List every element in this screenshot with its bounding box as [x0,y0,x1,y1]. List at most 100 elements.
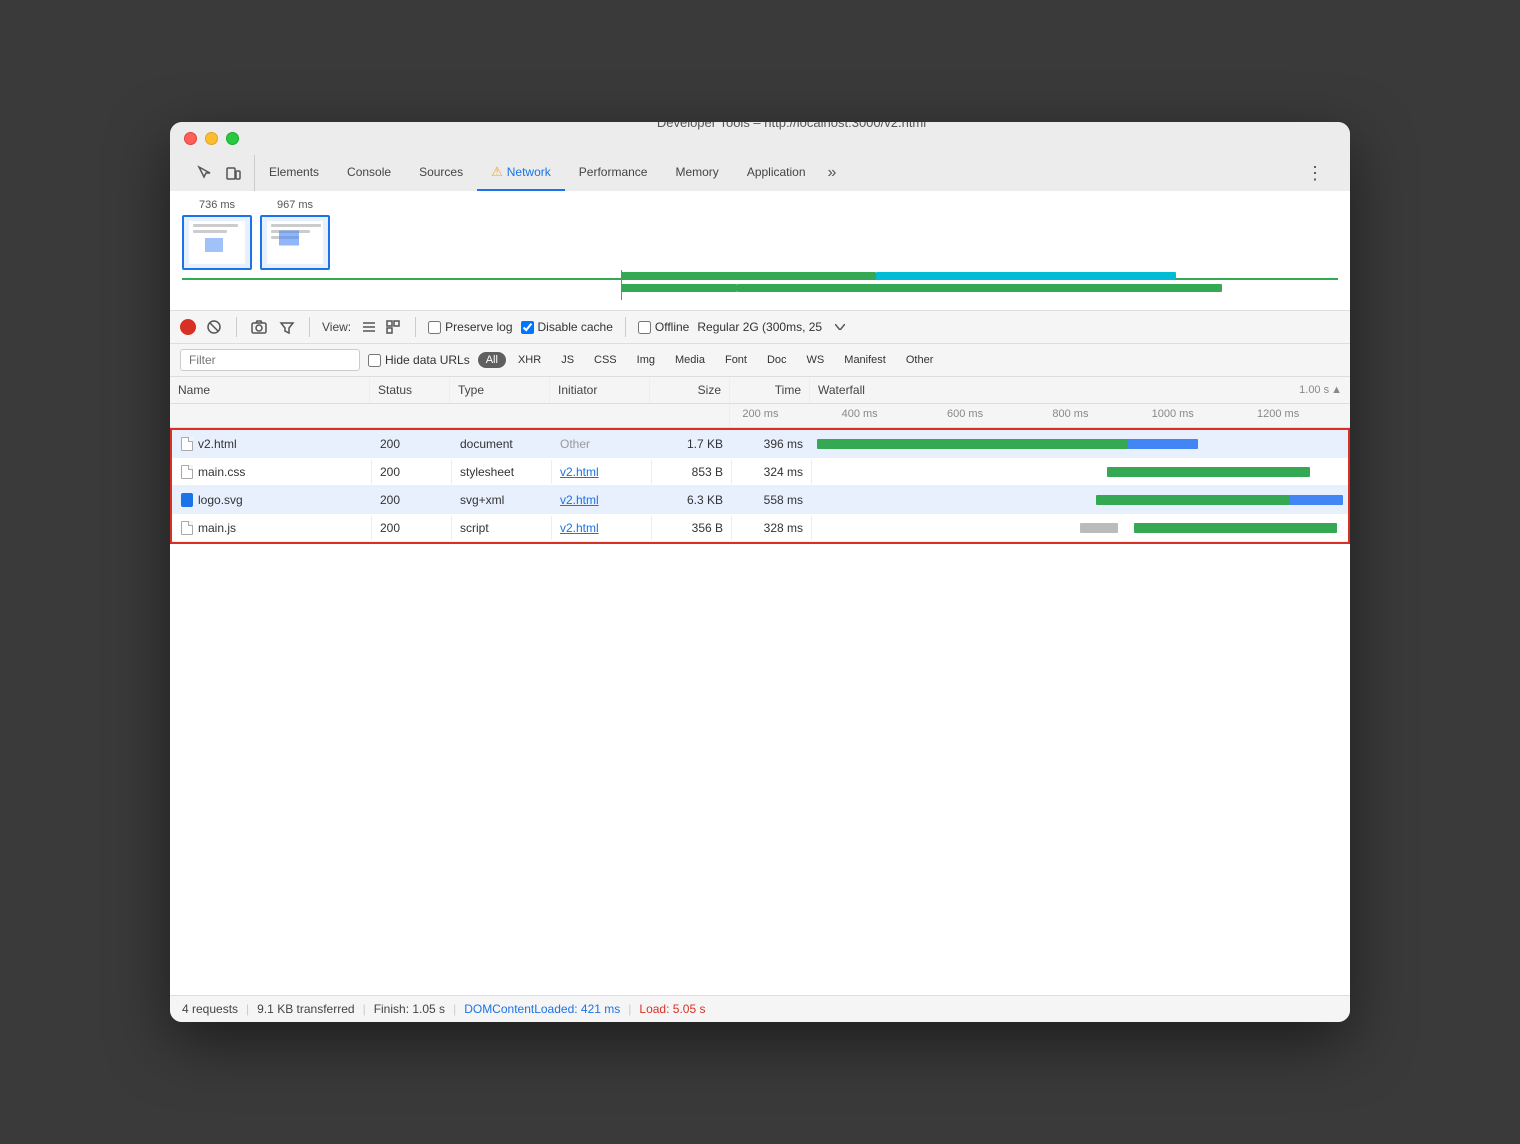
preserve-log-label[interactable]: Preserve log [428,320,512,334]
minimize-button[interactable] [205,132,218,145]
row-initiator-maincss[interactable]: v2.html [552,460,652,484]
row-size-v2html: 1.7 KB [652,432,732,456]
timeline-bars-preview [170,270,1350,300]
filter-all-btn[interactable]: All [478,352,506,368]
device-toggle-icon[interactable] [222,162,244,184]
filter-css-btn[interactable]: CSS [586,352,625,368]
disable-cache-label[interactable]: Disable cache [521,320,613,334]
devtools-menu-button[interactable]: ⋮ [1294,155,1336,191]
row-status-mainjs: 200 [372,516,452,540]
col-header-waterfall[interactable]: Waterfall 1.00 s ▲ [810,377,1350,403]
network-warning-icon: ⚠ [491,164,503,180]
filter-xhr-btn[interactable]: XHR [510,352,549,368]
screenshot-thumb-2[interactable] [260,215,330,270]
filter-input[interactable] [180,349,360,371]
throttle-dropdown-icon[interactable] [830,317,850,337]
row-type-mainjs: script [452,516,552,540]
filter-media-btn[interactable]: Media [667,352,713,368]
close-button[interactable] [184,132,197,145]
finish-time: Finish: 1.05 s [374,1002,445,1016]
ruler-spacer [170,404,730,427]
col-header-size[interactable]: Size [650,377,730,403]
filter-manifest-btn[interactable]: Manifest [836,352,894,368]
dom-content-loaded: DOMContentLoaded: 421 ms [464,1002,620,1016]
hide-data-urls-checkbox[interactable] [368,354,381,367]
screenshot-item-2[interactable]: 967 ms [260,199,330,270]
tab-console[interactable]: Console [333,155,405,191]
more-tabs-button[interactable]: » [820,164,845,182]
wf-green-maincss [1107,467,1311,477]
record-button[interactable] [180,319,196,335]
file-icon-doc [180,437,194,451]
grouped-view-icon[interactable] [383,317,403,337]
page-mockup-2 [267,221,323,264]
view-options [359,317,403,337]
col-header-initiator[interactable]: Initiator [550,377,650,403]
row-status-v2html: 200 [372,432,452,456]
row-waterfall-maincss [812,458,1348,485]
tab-application[interactable]: Application [733,155,820,191]
wf-gray-mainjs [1080,523,1118,533]
col-header-type[interactable]: Type [450,377,550,403]
row-time-mainjs: 328 ms [732,516,812,540]
filter-icon[interactable] [277,317,297,337]
maximize-button[interactable] [226,132,239,145]
tab-network[interactable]: ⚠ Network [477,155,565,191]
preserve-log-checkbox[interactable] [428,321,441,334]
network-rows-container: v2.html 200 document Other 1.7 KB 396 ms [170,428,1350,544]
row-initiator-logosvg[interactable]: v2.html [552,488,652,512]
table-row[interactable]: logo.svg 200 svg+xml v2.html 6.3 KB 558 … [172,486,1348,514]
row-waterfall-logosvg [812,486,1348,513]
screenshot-time-2: 967 ms [277,199,313,211]
row-size-maincss: 853 B [652,460,732,484]
row-initiator-mainjs[interactable]: v2.html [552,516,652,540]
table-row[interactable]: v2.html 200 document Other 1.7 KB 396 ms [172,430,1348,458]
load-time: Load: 5.05 s [639,1002,705,1016]
table-row[interactable]: main.css 200 stylesheet v2.html 853 B 32… [172,458,1348,486]
filter-js-btn[interactable]: JS [553,352,582,368]
hide-data-urls-text: Hide data URLs [385,353,470,367]
col-header-name[interactable]: Name [170,377,370,403]
ruler-800ms: 800 ms [1052,408,1088,420]
camera-icon[interactable] [249,317,269,337]
status-bar: 4 requests | 9.1 KB transferred | Finish… [170,995,1350,1022]
hide-data-urls-label[interactable]: Hide data URLs [368,353,470,367]
ruler-600ms: 600 ms [947,408,983,420]
waterfall-label: Waterfall [818,383,865,397]
filter-img-btn[interactable]: Img [629,352,663,368]
filter-other-btn[interactable]: Other [898,352,942,368]
waterfall-sort: 1.00 s ▲ [1299,384,1342,396]
col-header-status[interactable]: Status [370,377,450,403]
inspect-element-icon[interactable] [194,162,216,184]
tab-performance[interactable]: Performance [565,155,662,191]
list-view-icon[interactable] [359,317,379,337]
table-row[interactable]: main.js 200 script v2.html 356 B 328 ms [172,514,1348,542]
devtools-window: Developer Tools – http://localhost:3000/… [170,122,1350,1022]
ruler-1200ms: 1200 ms [1257,408,1299,420]
timeline-screenshots-section: 736 ms 967 ms [170,191,1350,311]
row-time-v2html: 396 ms [732,432,812,456]
ruler-400ms: 400 ms [842,408,878,420]
row-name-mainjs: main.js [172,516,372,540]
filter-row: Hide data URLs All XHR JS CSS Img Media … [170,344,1350,377]
tab-elements[interactable]: Elements [255,155,333,191]
block-requests-icon[interactable] [204,317,224,337]
tab-sources[interactable]: Sources [405,155,477,191]
filter-doc-btn[interactable]: Doc [759,352,795,368]
tab-memory[interactable]: Memory [661,155,732,191]
col-header-time[interactable]: Time [730,377,810,403]
screenshot-thumb-1[interactable] [182,215,252,270]
offline-label[interactable]: Offline [638,320,689,334]
green-bar-3 [737,284,1223,292]
filter-ws-btn[interactable]: WS [799,352,833,368]
screenshot-item[interactable]: 736 ms [182,199,252,270]
disable-cache-checkbox[interactable] [521,321,534,334]
requests-count: 4 requests [182,1002,238,1016]
offline-checkbox[interactable] [638,321,651,334]
filter-font-btn[interactable]: Font [717,352,755,368]
row-type-v2html: document [452,432,552,456]
green-bar-1 [621,272,875,280]
row-status-maincss: 200 [372,460,452,484]
offline-text: Offline [655,320,689,334]
ruler-200ms: 200 ms [742,408,778,420]
